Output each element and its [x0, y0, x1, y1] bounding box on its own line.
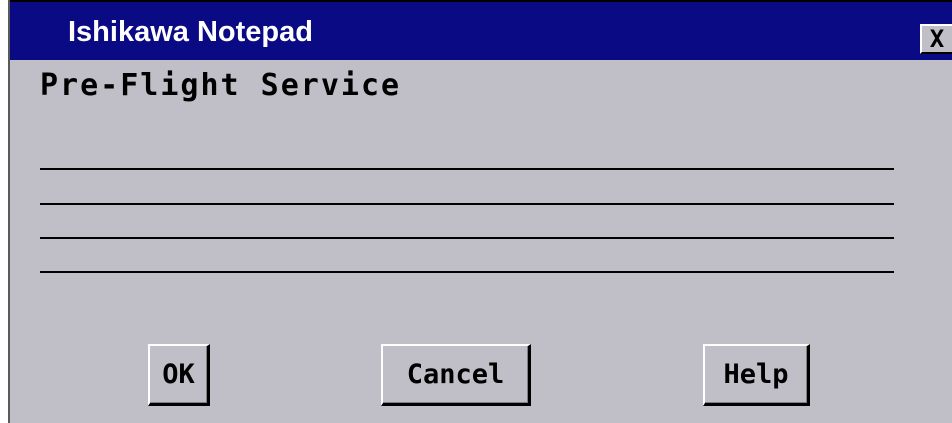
ok-button[interactable]: OK	[148, 344, 210, 406]
notepad-window: Ishikawa Notepad X Pre-Flight Service OK…	[8, 0, 952, 423]
note-line-2[interactable]	[40, 203, 894, 205]
cancel-button[interactable]: Cancel	[381, 344, 531, 406]
title-bar[interactable]: Ishikawa Notepad	[10, 0, 952, 60]
note-line-1[interactable]	[40, 168, 894, 170]
help-button[interactable]: Help	[703, 344, 810, 406]
close-icon: X	[929, 25, 945, 53]
window-title: Ishikawa Notepad	[68, 16, 313, 48]
note-heading: Pre-Flight Service	[40, 68, 402, 103]
note-line-3[interactable]	[40, 237, 894, 239]
close-button[interactable]: X	[920, 24, 952, 54]
note-line-4[interactable]	[40, 271, 894, 273]
